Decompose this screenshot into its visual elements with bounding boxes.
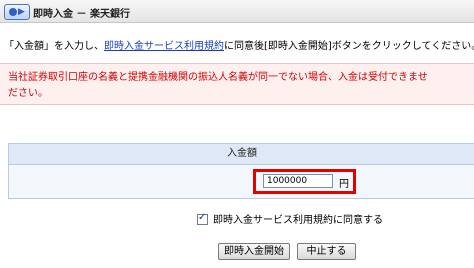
- warning-line-1: 当社証券取引口座の名義と提携金融機関の振込人名義が同一でない場合、入金は受付でき…: [8, 72, 428, 83]
- terms-link[interactable]: 即時入金サービス利用規約: [104, 41, 224, 52]
- deposit-icon: ▶: [4, 4, 30, 20]
- agree-checkbox[interactable]: [197, 212, 208, 225]
- warning-line-2: ださい。: [8, 88, 48, 99]
- amount-header: 入金額: [9, 144, 474, 165]
- agree-label: 即時入金サービス利用規約に同意する: [213, 215, 383, 226]
- instruction-prefix: 「入金額」を入力し、: [4, 41, 104, 52]
- agree-terms[interactable]: 即時入金サービス利用規約に同意する: [197, 211, 383, 226]
- yen-unit: 円: [339, 179, 349, 190]
- page-title: 即時入金 － 楽天銀行: [33, 9, 130, 20]
- amount-row: 円: [9, 165, 474, 199]
- title-bar: ▶ 即時入金 － 楽天銀行: [0, 0, 474, 23]
- instruction-suffix: に同意後[即時入金開始]ボタンをクリックしてください。: [224, 41, 474, 52]
- amount-input[interactable]: [263, 174, 333, 188]
- start-deposit-button[interactable]: 即時入金開始: [218, 243, 290, 260]
- cancel-button[interactable]: 中止する: [297, 243, 356, 260]
- warning-notice: 当社証券取引口座の名義と提携金融機関の振込人名義が同一でない場合、入金は受付でき…: [0, 63, 474, 105]
- instruction-text: 「入金額」を入力し、即時入金サービス利用規約に同意後[即時入金開始]ボタンをクリ…: [4, 37, 474, 52]
- amount-table: 入金額 円: [8, 143, 474, 199]
